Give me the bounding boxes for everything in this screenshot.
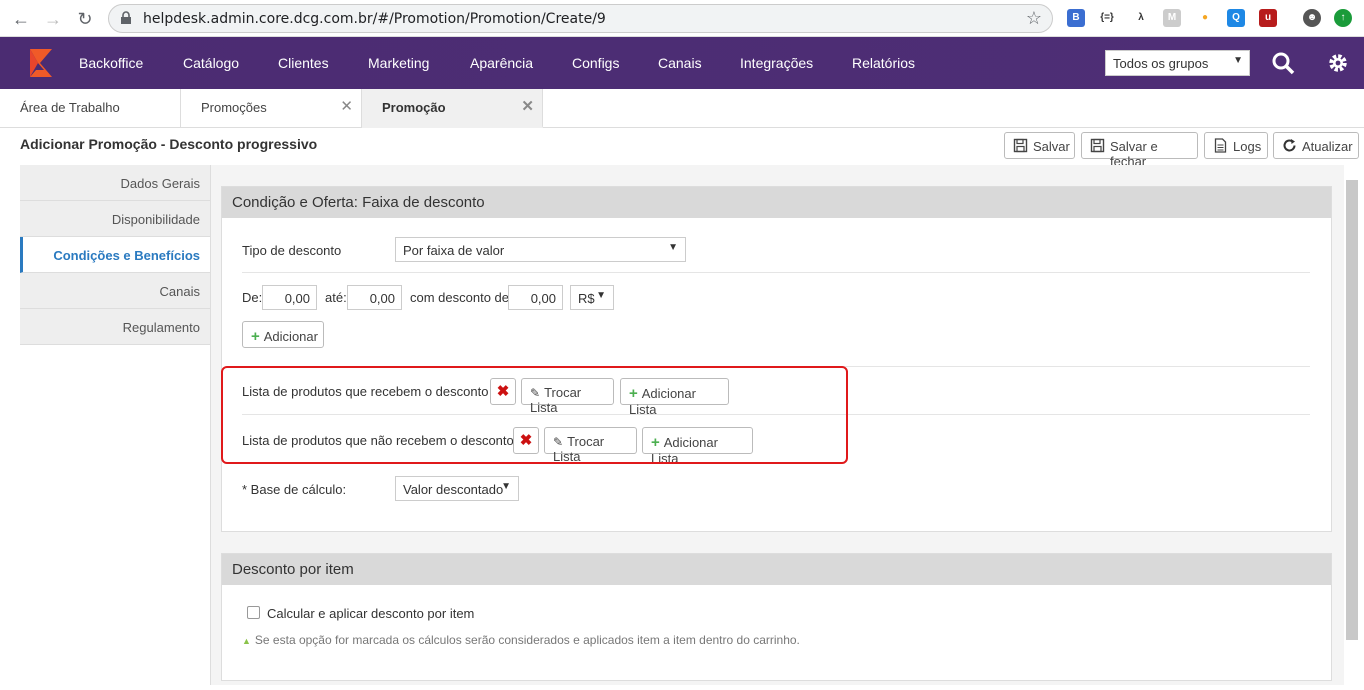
sidebar-item-dados-gerais[interactable]: Dados Gerais xyxy=(20,165,210,201)
base-calc-value: Valor descontado xyxy=(403,482,504,497)
profile-avatar[interactable]: ☻ xyxy=(1303,9,1321,27)
tab-area-de-trabalho[interactable]: Área de Trabalho xyxy=(0,89,181,128)
search-icon[interactable] xyxy=(1271,51,1295,75)
from-label: De: xyxy=(242,290,263,305)
caret-down-icon: ▼ xyxy=(596,290,606,301)
brand-logo-icon xyxy=(30,49,52,77)
panel-title: Condição e Oferta: Faixa de desconto xyxy=(222,187,1331,218)
tab-label: Área de Trabalho xyxy=(20,100,120,115)
m-extension-icon[interactable]: M xyxy=(1163,9,1181,27)
update-icon[interactable]: ↑ xyxy=(1334,9,1352,27)
close-icon[interactable]: ✕ xyxy=(340,97,353,115)
from-input[interactable]: 0,00 xyxy=(262,285,317,310)
save-button[interactable]: Salvar xyxy=(1004,132,1075,159)
sidebar-item-disponibilidade[interactable]: Disponibilidade xyxy=(20,201,210,237)
chat-extension-icon[interactable]: Q xyxy=(1227,9,1245,27)
panel-title: Desconto por item xyxy=(222,554,1331,585)
menu-backoffice[interactable]: Backoffice xyxy=(79,55,143,71)
color-extension-icon[interactable]: ● xyxy=(1196,9,1214,27)
sidebar-item-canais[interactable]: Canais xyxy=(20,273,210,309)
menu-configs[interactable]: Configs xyxy=(572,55,619,71)
group-select-value: Todos os grupos xyxy=(1113,56,1209,71)
logs-button[interactable]: Logs xyxy=(1204,132,1268,159)
group-select[interactable]: Todos os grupos ▼ xyxy=(1105,50,1250,76)
page-title: Adicionar Promoção - Desconto progressiv… xyxy=(20,136,318,152)
menu-catalogo[interactable]: Catálogo xyxy=(183,55,239,71)
discount-type-select[interactable]: Por faixa de valor ▼ xyxy=(395,237,686,262)
add-range-button[interactable]: + Adicionar xyxy=(242,321,324,348)
menu-integracoes[interactable]: Integrações xyxy=(740,55,813,71)
top-navigation: Backoffice Catálogo Clientes Marketing A… xyxy=(0,37,1364,89)
sidebar: Dados Gerais Disponibilidade Condições e… xyxy=(20,165,210,345)
save-close-button[interactable]: Salvar e fechar xyxy=(1081,132,1198,169)
hint-text: Se esta opção for marcada os cálculos se… xyxy=(254,633,800,647)
close-icon[interactable]: ✕ xyxy=(521,97,534,115)
menu-aparencia[interactable]: Aparência xyxy=(470,55,533,71)
to-label: até: xyxy=(325,290,347,305)
base-calc-select[interactable]: Valor descontado ▼ xyxy=(395,476,519,501)
floppy-icon xyxy=(1013,138,1028,153)
conditions-panel: Condição e Oferta: Faixa de desconto xyxy=(221,186,1332,532)
caret-down-icon: ▼ xyxy=(1233,55,1243,66)
tab-promocoes[interactable]: Promoções ✕ xyxy=(181,89,362,128)
back-arrow-icon[interactable]: ← xyxy=(10,8,32,30)
item-discount-checkbox-label: Calcular e aplicar desconto por item xyxy=(267,606,475,621)
url-text: helpdesk.admin.core.dcg.com.br/#/Promoti… xyxy=(143,11,606,27)
scrollbar[interactable] xyxy=(1346,180,1358,640)
tab-bar: Área de Trabalho Promoções ✕ Promoção ✕ xyxy=(0,89,1364,128)
extension-icon[interactable]: B xyxy=(1067,9,1085,27)
menu-relatorios[interactable]: Relatórios xyxy=(852,55,915,71)
menu-marketing[interactable]: Marketing xyxy=(368,55,429,71)
currency-select[interactable]: R$ ▼ xyxy=(570,285,614,310)
ublock-extension-icon[interactable]: u xyxy=(1259,9,1277,27)
json-extension-icon[interactable]: {=} xyxy=(1098,9,1116,27)
tab-label: Promoções xyxy=(201,100,267,115)
currency-value: R$ xyxy=(578,291,595,306)
caret-down-icon: ▼ xyxy=(668,242,678,253)
to-input[interactable]: 0,00 xyxy=(347,285,402,310)
menu-clientes[interactable]: Clientes xyxy=(278,55,329,71)
tab-promocao[interactable]: Promoção ✕ xyxy=(362,89,543,128)
gear-icon[interactable] xyxy=(1326,51,1350,75)
refresh-icon xyxy=(1283,139,1296,152)
add-range-label: Adicionar xyxy=(263,329,318,344)
reload-icon[interactable]: ↻ xyxy=(74,8,96,30)
lock-icon xyxy=(121,11,131,24)
sidebar-item-condicoes[interactable]: Condições e Benefícios xyxy=(20,237,210,273)
bookmark-star-icon[interactable]: ☆ xyxy=(1026,8,1042,29)
tab-label: Promoção xyxy=(382,100,446,115)
triangle-up-icon: ▲ xyxy=(242,636,251,646)
base-calc-label: * Base de cálculo: xyxy=(242,482,347,497)
with-discount-label: com desconto de: xyxy=(410,290,513,305)
discount-type-value: Por faixa de valor xyxy=(403,243,505,258)
sidebar-item-regulamento[interactable]: Regulamento xyxy=(20,309,210,345)
refresh-button[interactable]: Atualizar xyxy=(1273,132,1359,159)
plus-icon: + xyxy=(251,328,260,345)
discount-input[interactable]: 0,00 xyxy=(508,285,563,310)
tool-extension-icon[interactable]: λ xyxy=(1132,9,1150,27)
refresh-button-label: Atualizar xyxy=(1302,139,1353,154)
item-discount-hint: ▲ Se esta opção for marcada os cálculos s… xyxy=(242,633,800,647)
menu-canais[interactable]: Canais xyxy=(658,55,702,71)
caret-down-icon: ▼ xyxy=(501,481,511,492)
floppy-icon xyxy=(1090,138,1105,153)
browser-toolbar: ← → ↻ helpdesk.admin.core.dcg.com.br/#/P… xyxy=(0,0,1364,37)
logs-button-label: Logs xyxy=(1233,139,1262,154)
highlight-box xyxy=(221,366,848,464)
address-bar[interactable]: helpdesk.admin.core.dcg.com.br/#/Promoti… xyxy=(108,4,1053,33)
save-button-label: Salvar xyxy=(1033,139,1070,154)
document-icon xyxy=(1214,138,1227,153)
item-discount-checkbox[interactable] xyxy=(247,606,260,619)
forward-arrow-icon[interactable]: → xyxy=(42,8,64,30)
discount-type-label: Tipo de desconto xyxy=(242,243,342,258)
divider xyxy=(242,272,1310,273)
